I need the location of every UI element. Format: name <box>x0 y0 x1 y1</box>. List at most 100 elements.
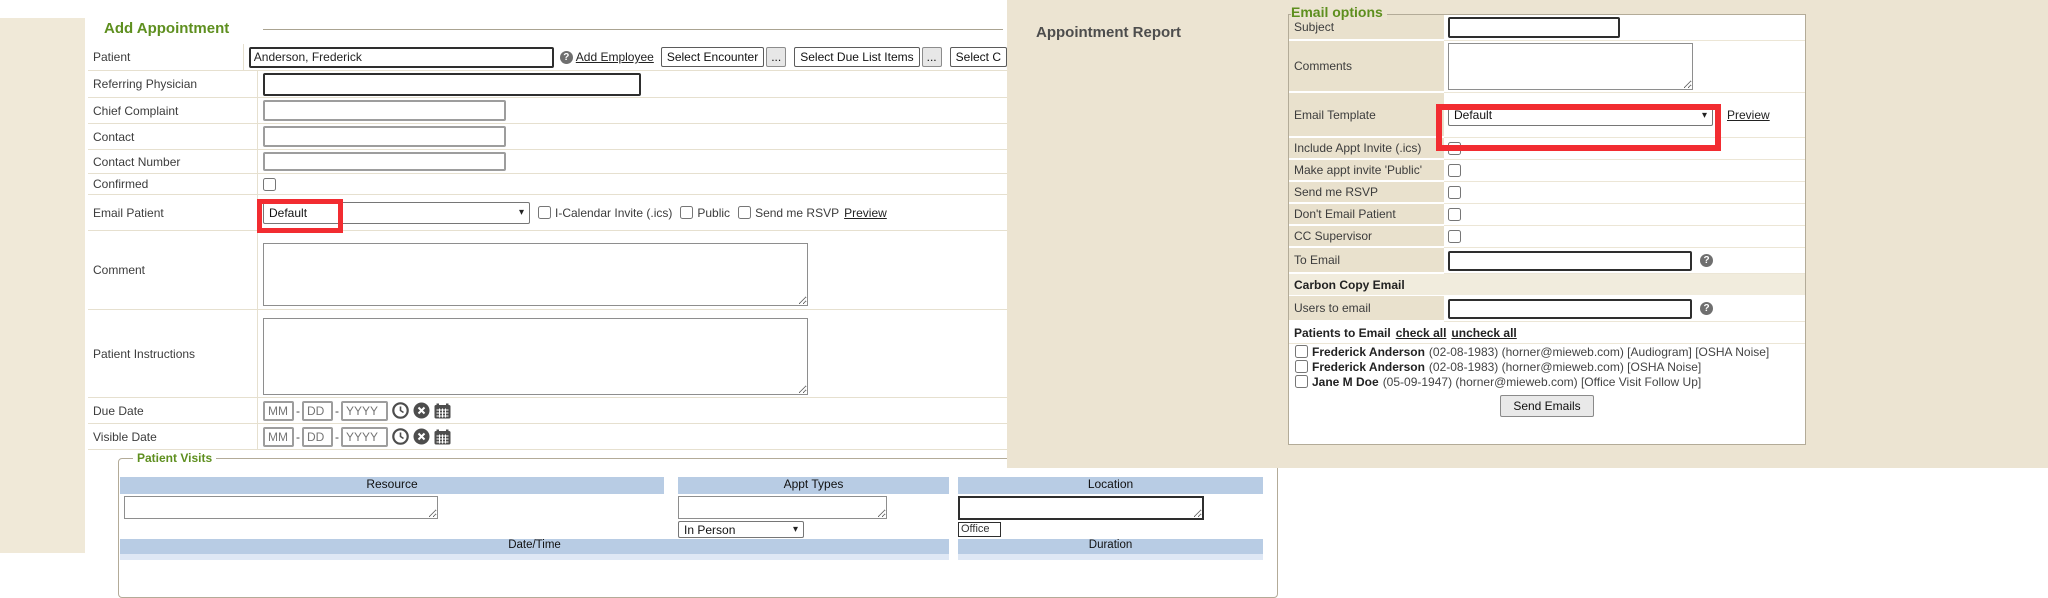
send-emails-row: Send Emails <box>1289 389 1805 423</box>
to-email-input[interactable] <box>1448 251 1692 271</box>
send-emails-button[interactable]: Send Emails <box>1500 395 1593 417</box>
datetime-column-header: Date/Time <box>120 539 949 554</box>
users-to-email-label: Users to email <box>1289 296 1444 322</box>
comment-row: Comment <box>88 231 1007 310</box>
select-due-list-ellipsis-button[interactable]: ... <box>922 47 942 67</box>
send-me-rsvp-checkbox[interactable] <box>738 206 751 219</box>
chief-complaint-label: Chief Complaint <box>88 98 258 123</box>
chevron-down-icon: ▾ <box>1702 110 1707 121</box>
date-separator: - <box>335 404 339 418</box>
visible-date-day-input[interactable] <box>302 427 333 447</box>
patient-instructions-row: Patient Instructions <box>88 310 1007 398</box>
email-options-legend: Email options <box>1291 4 1387 20</box>
email-patient-row: Email Patient Default ▾ I-Calendar Invit… <box>88 195 1007 231</box>
add-appointment-form: Patient ? Add Employee Select Encounter … <box>88 44 1007 450</box>
location-input[interactable] <box>958 496 1204 520</box>
patient-checkbox[interactable] <box>1295 375 1308 388</box>
due-date-label: Due Date <box>88 398 258 423</box>
clock-icon[interactable] <box>392 402 409 419</box>
email-template-select[interactable]: Default ▾ <box>1448 105 1713 126</box>
help-icon[interactable]: ? <box>1700 302 1713 315</box>
cc-supervisor-checkbox[interactable] <box>1448 230 1461 243</box>
confirmed-checkbox[interactable] <box>263 178 276 191</box>
location-value-box[interactable]: Office <box>958 522 1001 537</box>
column-gap <box>949 539 958 554</box>
patient-email-row: Frederick Anderson (02-08-1983) (horner@… <box>1289 359 1805 374</box>
due-date-day-input[interactable] <box>302 401 333 421</box>
make-public-checkbox[interactable] <box>1448 164 1461 177</box>
patient-checkbox[interactable] <box>1295 345 1308 358</box>
contact-number-input[interactable] <box>263 152 506 171</box>
visits-input-row <box>120 494 1263 521</box>
due-date-month-input[interactable] <box>263 401 294 421</box>
appt-type-select-value: In Person <box>684 523 735 537</box>
send-rsvp-row: Send me RSVP <box>1289 182 1805 204</box>
preview-link[interactable]: Preview <box>1727 108 1770 122</box>
preview-link[interactable]: Preview <box>844 206 887 220</box>
visits-header-row-2: Date/Time Duration <box>120 539 1263 554</box>
clear-date-icon[interactable] <box>413 402 430 419</box>
patient-name: Jane M Doe <box>1312 375 1379 389</box>
help-icon[interactable]: ? <box>1700 254 1713 267</box>
add-employee-link[interactable]: Add Employee <box>576 50 654 64</box>
chief-complaint-input[interactable] <box>263 100 506 121</box>
date-separator: - <box>335 430 339 444</box>
patient-input[interactable] <box>249 47 554 68</box>
clock-icon[interactable] <box>392 428 409 445</box>
users-to-email-row: Users to email ? <box>1289 296 1805 322</box>
patient-instructions-textarea[interactable] <box>263 318 808 395</box>
select-case-button[interactable]: Select C <box>950 47 1007 67</box>
visible-date-label: Visible Date <box>88 424 258 449</box>
cc-supervisor-row: CC Supervisor <box>1289 226 1805 248</box>
send-rsvp-label: Send me RSVP <box>1289 182 1444 204</box>
due-date-row: Due Date - - <box>88 398 1007 424</box>
visible-date-month-input[interactable] <box>263 427 294 447</box>
date-separator: - <box>296 404 300 418</box>
duration-column-header: Duration <box>958 539 1263 554</box>
calendar-icon[interactable] <box>434 429 451 445</box>
patient-instructions-label: Patient Instructions <box>88 310 258 397</box>
appt-type-select[interactable]: In Person ▾ <box>678 521 804 538</box>
make-public-label: Make appt invite 'Public' <box>1289 160 1444 182</box>
select-encounter-button[interactable]: Select Encounter <box>661 47 764 67</box>
referring-physician-row: Referring Physician <box>88 71 1007 98</box>
dont-email-label: Don't Email Patient <box>1289 204 1444 226</box>
check-all-link[interactable]: check all <box>1396 326 1447 340</box>
patient-details: (02-08-1983) (horner@mieweb.com) [OSHA N… <box>1429 360 1701 374</box>
email-patient-template-value: Default <box>269 206 307 220</box>
help-icon[interactable]: ? <box>560 51 573 64</box>
chevron-down-icon: ▾ <box>793 524 798 535</box>
due-date-year-input[interactable] <box>341 401 388 421</box>
visible-date-row: Visible Date - - <box>88 424 1007 450</box>
add-appointment-panel: Add Appointment Patient ? Add Employee S… <box>85 0 1007 553</box>
referring-physician-label: Referring Physician <box>88 71 258 97</box>
ical-invite-checkbox[interactable] <box>538 206 551 219</box>
comment-textarea[interactable] <box>263 243 808 306</box>
users-to-email-input[interactable] <box>1448 299 1692 319</box>
referring-physician-input[interactable] <box>263 73 641 96</box>
contact-input[interactable] <box>263 126 506 147</box>
dont-email-row: Don't Email Patient <box>1289 204 1805 226</box>
calendar-icon[interactable] <box>434 403 451 419</box>
resource-column-header: Resource <box>120 477 664 494</box>
send-rsvp-checkbox[interactable] <box>1448 186 1461 199</box>
select-encounter-ellipsis-button[interactable]: ... <box>766 47 786 67</box>
date-separator: - <box>296 430 300 444</box>
comment-label: Comment <box>88 231 258 309</box>
include-invite-checkbox[interactable] <box>1448 142 1461 155</box>
appt-types-input[interactable] <box>678 496 887 519</box>
comments-textarea[interactable] <box>1448 43 1693 90</box>
patient-label: Patient <box>88 44 244 70</box>
public-checkbox[interactable] <box>680 206 693 219</box>
visible-date-year-input[interactable] <box>341 427 388 447</box>
email-patient-template-select[interactable]: Default ▾ <box>263 202 530 224</box>
resource-input[interactable] <box>124 496 438 519</box>
subject-input[interactable] <box>1448 17 1620 38</box>
select-due-list-items-button[interactable]: Select Due List Items <box>794 47 919 67</box>
uncheck-all-link[interactable]: uncheck all <box>1451 326 1516 340</box>
clear-date-icon[interactable] <box>413 428 430 445</box>
email-template-row: Email Template Default ▾ Preview <box>1289 93 1805 138</box>
patient-email-row: Frederick Anderson (02-08-1983) (horner@… <box>1289 344 1805 359</box>
patient-checkbox[interactable] <box>1295 360 1308 373</box>
dont-email-checkbox[interactable] <box>1448 208 1461 221</box>
